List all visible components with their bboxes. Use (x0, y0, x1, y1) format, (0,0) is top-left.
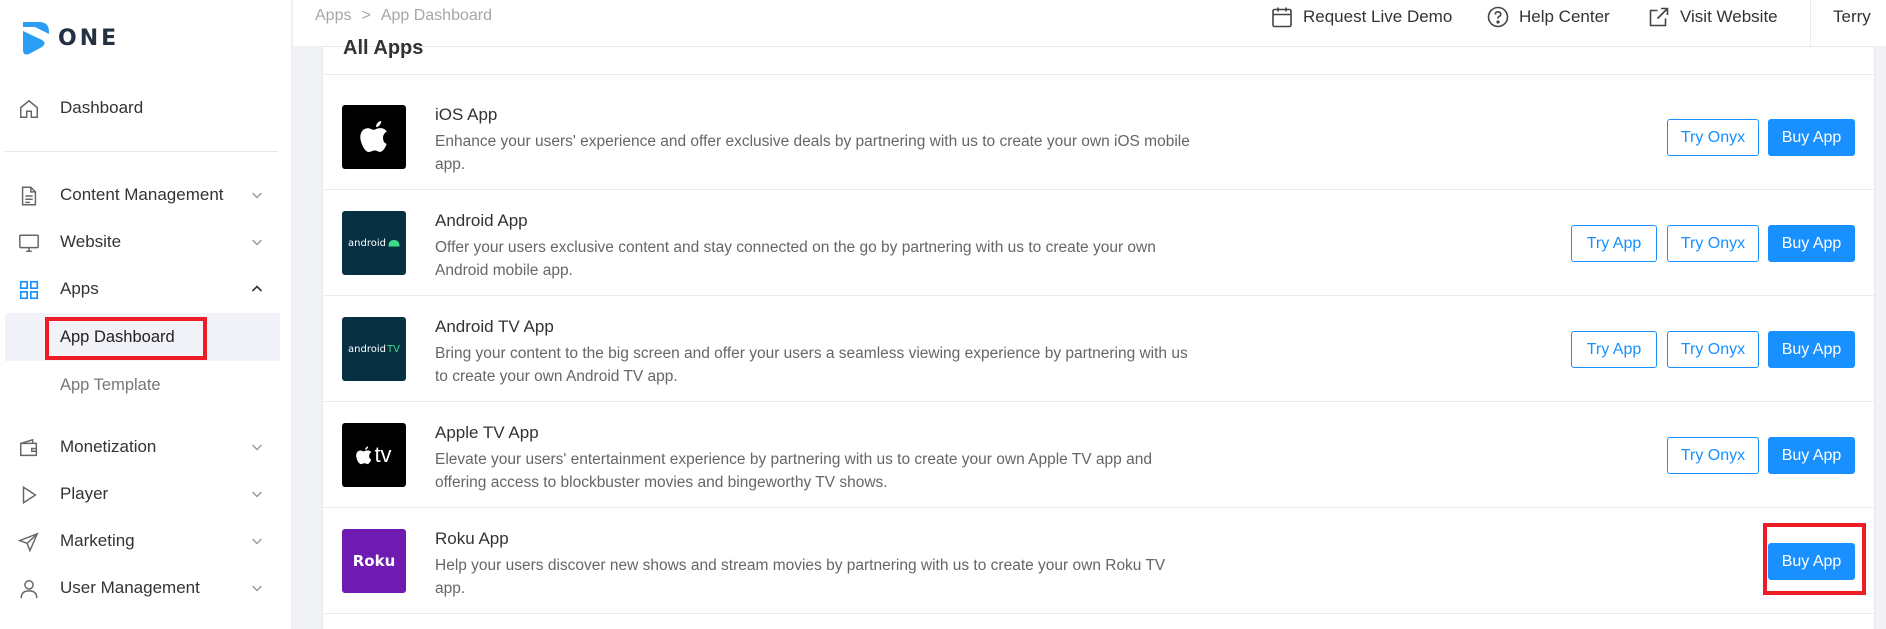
app-row-android: android Android App Offer your users exc… (323, 190, 1876, 296)
try-onyx-button[interactable]: Try Onyx (1667, 225, 1759, 262)
app-name: iOS App (435, 105, 498, 124)
app-name: Android App (435, 211, 528, 230)
apps-grid-icon (19, 280, 39, 300)
chevron-down-icon (252, 538, 262, 545)
chevron-down-icon (252, 491, 262, 498)
annotation-highlight-box (1763, 523, 1866, 595)
nav-monetization[interactable]: Monetization (0, 425, 292, 469)
help-circle-icon (1487, 6, 1509, 28)
page-title: All Apps (343, 37, 424, 59)
monitor-icon (19, 234, 39, 252)
visit-website-link[interactable]: Visit Website (1647, 3, 1778, 31)
nav-label: Apps (60, 279, 99, 298)
app-description: Offer your users exclusive content and s… (435, 239, 1156, 279)
help-center-link[interactable]: Help Center (1486, 3, 1610, 31)
try-onyx-button[interactable]: Try Onyx (1667, 331, 1759, 368)
app-description: Enhance your users' experience and offer… (435, 133, 1190, 173)
buy-app-button[interactable]: Buy App (1768, 119, 1855, 156)
breadcrumb-app-dashboard: App Dashboard (380, 7, 492, 24)
app-description: Bring your content to the big screen and… (435, 345, 1188, 385)
nav-apps[interactable]: Apps (0, 267, 292, 311)
nav-player[interactable]: Player (0, 472, 292, 516)
breadcrumb-apps[interactable]: Apps (315, 7, 351, 25)
android-logo-icon: android (342, 211, 406, 275)
panel-divider (323, 74, 1876, 75)
android-tv-logo-suffix: TV (387, 343, 400, 355)
nav-label: Dashboard (60, 98, 144, 117)
android-logo-text: android (348, 237, 386, 249)
logo-mark-icon (23, 22, 49, 55)
document-icon (21, 186, 37, 206)
try-app-button[interactable]: Try App (1571, 331, 1657, 368)
header-divider (1810, 0, 1811, 46)
user-icon (20, 580, 38, 599)
roku-logo-icon: Roku (342, 529, 406, 593)
buy-app-button[interactable]: Buy App (1768, 331, 1855, 368)
try-app-button[interactable]: Try App (1571, 225, 1657, 262)
sidebar: ONE Dashboard Content Management Website… (0, 0, 292, 629)
brand-name: ONE (58, 25, 120, 51)
try-onyx-button[interactable]: Try Onyx (1667, 119, 1759, 156)
nav-label: Content Management (60, 185, 224, 204)
buy-app-button[interactable]: Buy App (1768, 437, 1855, 474)
try-onyx-button[interactable]: Try Onyx (1667, 437, 1759, 474)
nav-label: Website (60, 232, 122, 251)
wallet-icon (20, 438, 38, 457)
nav-label: Monetization (60, 437, 157, 456)
breadcrumb-separator: > (361, 7, 371, 24)
app-row-android-tv: android TV Android TV App Bring your con… (323, 296, 1876, 402)
annotation-highlight-box (45, 317, 207, 360)
top-link-label: Request Live Demo (1303, 7, 1453, 26)
top-link-label: Help Center (1519, 7, 1610, 26)
nav-label: Marketing (60, 531, 135, 550)
apple-logo-icon (342, 105, 406, 169)
nav-label: User Management (60, 578, 200, 597)
app-description: Elevate your users' entertainment experi… (435, 451, 1152, 491)
nav-content-management[interactable]: Content Management (0, 173, 292, 217)
home-icon (20, 99, 38, 118)
android-tv-logo-text: android (348, 343, 386, 355)
external-link-icon (1649, 7, 1669, 27)
buy-app-button[interactable]: Buy App (1768, 225, 1855, 262)
app-row-apple-tv: tv Apple TV App Elevate your users' ente… (323, 402, 1876, 508)
send-icon (18, 532, 39, 553)
breadcrumb: Apps > App Dashboard (315, 7, 492, 25)
nav-dashboard[interactable]: Dashboard (0, 86, 292, 130)
nav-label: Player (60, 484, 109, 503)
nav-label: App Template (60, 375, 161, 394)
chevron-down-icon (252, 192, 262, 199)
app-name: Roku App (435, 529, 509, 548)
app-name: Android TV App (435, 317, 554, 336)
chevron-down-icon (252, 239, 262, 246)
apple-tv-logo-text: tv (374, 442, 392, 467)
calendar-icon (1272, 7, 1292, 28)
request-live-demo-link[interactable]: Request Live Demo (1270, 3, 1452, 31)
apps-panel: All Apps iOS App Enhance your users' exp… (322, 37, 1876, 629)
chevron-down-icon (252, 585, 262, 592)
nav-user-management[interactable]: User Management (0, 566, 292, 610)
top-link-label: Visit Website (1680, 7, 1778, 26)
app-name: Apple TV App (435, 423, 539, 442)
roku-logo-text: Roku (352, 552, 396, 570)
android-tv-logo-icon: android TV (342, 317, 406, 381)
nav-app-template[interactable]: App Template (5, 361, 280, 409)
nav-marketing[interactable]: Marketing (0, 519, 292, 563)
chevron-up-icon (251, 285, 263, 292)
app-row-roku: Roku Roku App Help your users discover n… (323, 508, 1876, 614)
apple-tv-logo-icon: tv (342, 423, 406, 487)
top-bar: Apps > App Dashboard Request Live Demo H… (293, 0, 1886, 46)
play-icon (22, 485, 37, 505)
chevron-down-icon (252, 444, 262, 451)
user-name[interactable]: Terry (1833, 7, 1871, 27)
nav-divider (5, 151, 278, 152)
brand-logo[interactable]: ONE (20, 20, 119, 56)
nav-website[interactable]: Website (0, 220, 292, 264)
app-row-ios: iOS App Enhance your users' experience a… (323, 84, 1876, 190)
app-description: Help your users discover new shows and s… (435, 557, 1166, 597)
